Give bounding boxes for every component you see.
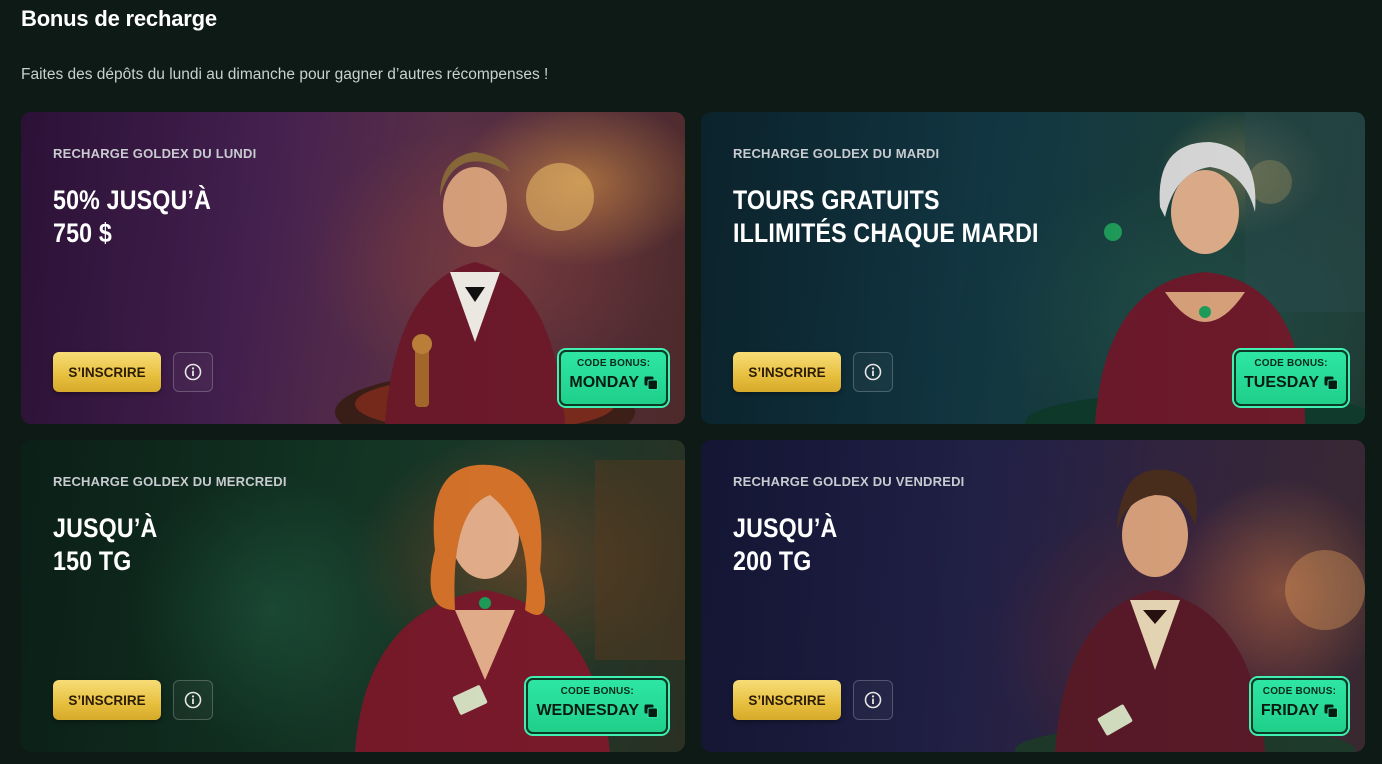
- bonus-card-tuesday: RECHARGE GOLDEX DU MARDI TOURS GRATUITS …: [701, 112, 1365, 424]
- signup-button[interactable]: S’INSCRIRE: [733, 680, 841, 720]
- headline-line-2: 750 $: [53, 218, 112, 248]
- page-subtitle: Faites des dépôts du lundi au dimanche p…: [21, 66, 549, 83]
- code-caption: CODE BONUS:: [560, 686, 634, 697]
- headline-line-2: 150 TG: [53, 546, 132, 576]
- card-headline: JUSQU’À 150 TG: [53, 512, 397, 578]
- info-icon: [864, 691, 882, 709]
- signup-button[interactable]: S’INSCRIRE: [53, 680, 161, 720]
- copy-icon[interactable]: [644, 704, 658, 718]
- bonus-code-box[interactable]: CODE BONUS: MONDAY: [559, 350, 668, 406]
- card-label: RECHARGE GOLDEX DU MERCREDI: [53, 474, 287, 489]
- headline-line-1: JUSQU’À: [53, 513, 158, 543]
- card-label: RECHARGE GOLDEX DU VENDREDI: [733, 474, 965, 489]
- code-caption: CODE BONUS:: [577, 358, 651, 369]
- card-label: RECHARGE GOLDEX DU MARDI: [733, 146, 940, 161]
- page-title: Bonus de recharge: [21, 6, 217, 31]
- headline-line-1: 50% JUSQU’À: [53, 185, 212, 215]
- bonus-code: FRIDAY: [1260, 702, 1319, 719]
- info-button[interactable]: [853, 352, 893, 392]
- reload-bonus-grid: RECHARGE GOLDEX DU LUNDI 50% JUSQU’À 750…: [21, 112, 1365, 752]
- code-caption: CODE BONUS:: [1254, 358, 1328, 369]
- info-icon: [864, 363, 882, 381]
- bonus-code: WEDNESDAY: [536, 702, 639, 719]
- card-headline: TOURS GRATUITS ILLIMITÉS CHAQUE MARDI: [733, 184, 1077, 250]
- bonus-code-box[interactable]: CODE BONUS: FRIDAY: [1250, 678, 1348, 734]
- bonus-code-box[interactable]: CODE BONUS: TUESDAY: [1234, 350, 1348, 406]
- card-headline: JUSQU’À 200 TG: [733, 512, 1077, 578]
- info-icon: [184, 363, 202, 381]
- bonus-card-wednesday: RECHARGE GOLDEX DU MERCREDI JUSQU’À 150 …: [21, 440, 685, 752]
- bonus-card-monday: RECHARGE GOLDEX DU LUNDI 50% JUSQU’À 750…: [21, 112, 685, 424]
- info-button[interactable]: [173, 352, 213, 392]
- signup-button[interactable]: S’INSCRIRE: [53, 352, 161, 392]
- card-label: RECHARGE GOLDEX DU LUNDI: [53, 146, 257, 161]
- headline-line-2: 200 TG: [733, 546, 812, 576]
- copy-icon[interactable]: [1324, 704, 1338, 718]
- copy-icon[interactable]: [644, 376, 658, 390]
- code-caption: CODE BONUS:: [1262, 686, 1337, 697]
- info-button[interactable]: [173, 680, 213, 720]
- info-icon: [184, 691, 202, 709]
- info-button[interactable]: [853, 680, 893, 720]
- bonus-code: TUESDAY: [1244, 374, 1319, 391]
- headline-line-2: ILLIMITÉS CHAQUE MARDI: [733, 218, 1039, 248]
- bonus-code: MONDAY: [569, 374, 639, 391]
- signup-button[interactable]: S’INSCRIRE: [733, 352, 841, 392]
- headline-line-1: TOURS GRATUITS: [733, 185, 940, 215]
- card-headline: 50% JUSQU’À 750 $: [53, 184, 397, 250]
- bonus-code-box[interactable]: CODE BONUS: WEDNESDAY: [526, 678, 668, 734]
- copy-icon[interactable]: [1324, 376, 1338, 390]
- bonus-card-friday: RECHARGE GOLDEX DU VENDREDI JUSQU’À 200 …: [701, 440, 1365, 752]
- headline-line-1: JUSQU’À: [733, 513, 838, 543]
